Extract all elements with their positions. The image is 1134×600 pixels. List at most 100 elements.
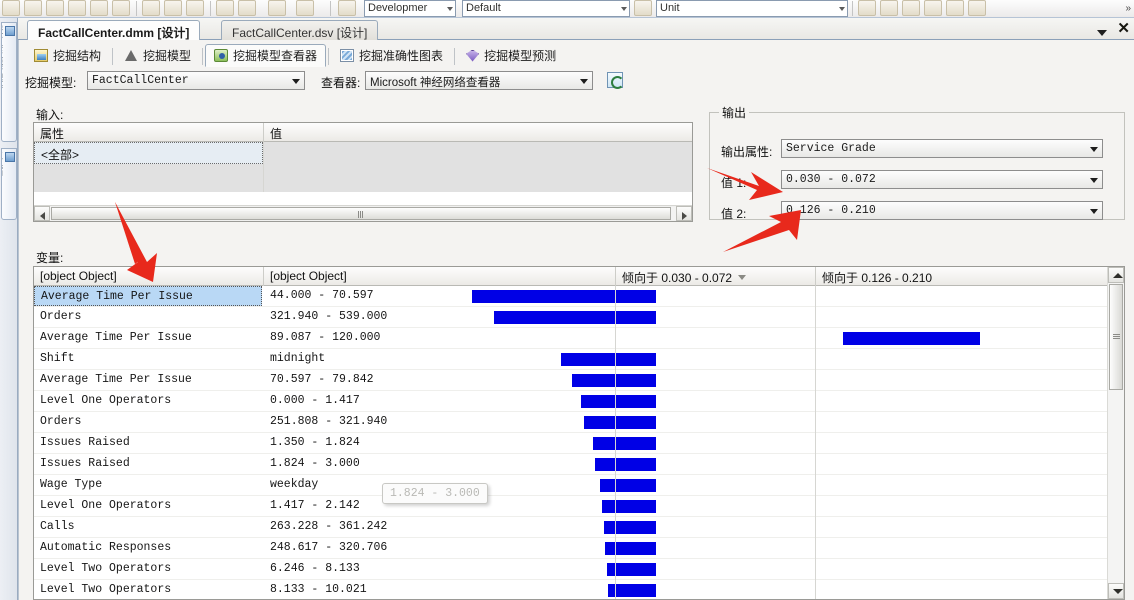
- variables-row-bar-cell-value1[interactable]: [604, 517, 816, 538]
- variables-row-bar-cell-value2[interactable]: [816, 412, 1106, 433]
- variables-row-bar-cell-value2[interactable]: [816, 328, 1106, 349]
- variables-row-bar-cell-value2[interactable]: [816, 580, 1106, 599]
- input-row-value[interactable]: [264, 142, 692, 164]
- variables-row-bar-cell-value1[interactable]: [602, 496, 816, 517]
- variables-row-bar-cell-value1[interactable]: [605, 538, 816, 559]
- unit-combo[interactable]: Unit: [656, 0, 848, 17]
- tab-accuracy-chart[interactable]: 挖掘准确性图表: [331, 44, 452, 67]
- scroll-right-button[interactable]: [676, 206, 692, 221]
- variables-row-bar-cell-value2[interactable]: [816, 538, 1106, 559]
- variables-row-value[interactable]: 6.246 - 8.133: [264, 559, 614, 580]
- variables-row-attribute[interactable]: Issues Raised: [34, 454, 262, 475]
- variables-row-attribute[interactable]: Issues Raised: [34, 433, 262, 454]
- variables-row-attribute[interactable]: Calls: [34, 517, 262, 538]
- variables-row-attribute[interactable]: Shift: [34, 349, 262, 370]
- variables-row-attribute[interactable]: Average Time Per Issue: [34, 370, 262, 391]
- unit-folder-icon[interactable]: [634, 0, 652, 16]
- variables-row-bar-cell-value2[interactable]: [816, 349, 1106, 370]
- variables-column-favors-value2[interactable]: 倾向于 0.126 - 0.210: [816, 267, 1109, 286]
- tab-model-prediction[interactable]: 挖掘模型预测: [457, 44, 565, 67]
- variables-row-bar-cell-value2[interactable]: [816, 433, 1106, 454]
- table-row[interactable]: Issues Raised 1.824 - 3.000: [34, 454, 1124, 475]
- variables-row-attribute[interactable]: Level Two Operators: [34, 580, 262, 599]
- variables-row-bar-cell-value2[interactable]: [816, 307, 1106, 328]
- variables-row-attribute[interactable]: Average Time Per Issue: [34, 328, 262, 349]
- tab-mining-model-viewer[interactable]: 挖掘模型查看器: [205, 44, 327, 67]
- table-row[interactable]: Wage Type weekday: [34, 475, 1124, 496]
- table-row[interactable]: Average Time Per Issue 89.087 - 120.000: [34, 328, 1124, 349]
- table-row[interactable]: Automatic Responses 248.617 - 320.706: [34, 538, 1124, 559]
- tab-mining-structure[interactable]: 挖掘结构: [25, 44, 110, 67]
- chevron-down-icon[interactable]: [1097, 29, 1108, 36]
- chevron-down-icon[interactable]: [621, 7, 627, 11]
- variables-row-value[interactable]: 263.228 - 361.242: [264, 517, 614, 538]
- variables-row-value[interactable]: 8.133 - 10.021: [264, 580, 614, 599]
- variables-grid[interactable]: [object Object] [object Object] 倾向于 0.03…: [33, 266, 1125, 600]
- variables-row-bar-cell-value1[interactable]: [616, 328, 816, 349]
- sidebar-item-server-explorer[interactable]: 服务器资源管理器: [1, 22, 17, 142]
- toolbox-window-icon[interactable]: [902, 0, 920, 16]
- input-row-attribute[interactable]: <全部>: [34, 142, 263, 164]
- save-icon[interactable]: [46, 0, 64, 16]
- variables-row-attribute[interactable]: Automatic Responses: [34, 538, 262, 559]
- variables-row-attribute[interactable]: Level One Operators: [34, 496, 262, 517]
- variables-row-attribute[interactable]: Level Two Operators: [34, 559, 262, 580]
- chevron-down-icon[interactable]: [1090, 147, 1098, 152]
- deploy-icon[interactable]: [112, 0, 130, 16]
- chevron-down-icon[interactable]: [1090, 178, 1098, 183]
- refresh-viewer-button[interactable]: [607, 72, 624, 89]
- variables-row-value[interactable]: 89.087 - 120.000: [264, 328, 614, 349]
- variables-row-bar-cell-value2[interactable]: [816, 286, 1106, 307]
- vscroll-thumb[interactable]: [1109, 284, 1123, 390]
- chevron-down-icon[interactable]: [447, 7, 453, 11]
- variables-row-value[interactable]: 1.824 - 3.000: [264, 454, 614, 475]
- solution-platform-combo[interactable]: Default: [462, 0, 630, 17]
- save-all-icon[interactable]: [68, 0, 86, 16]
- solution-configuration-combo[interactable]: Developmer: [364, 0, 456, 17]
- scroll-left-button[interactable]: [34, 206, 50, 221]
- input-column-value[interactable]: 值: [264, 123, 692, 142]
- variables-row-bar-cell-value1[interactable]: [595, 454, 816, 475]
- variables-row-attribute[interactable]: Level One Operators: [34, 391, 262, 412]
- variables-row-bar-cell-value2[interactable]: [816, 559, 1106, 580]
- print-icon[interactable]: [90, 0, 108, 16]
- variables-row-bar-cell-value1[interactable]: [572, 370, 816, 391]
- variables-row-attribute[interactable]: Orders: [34, 307, 262, 328]
- variables-row-bar-cell-value1[interactable]: [581, 391, 816, 412]
- table-row[interactable]: Orders 251.808 - 321.940: [34, 412, 1124, 433]
- table-row[interactable]: Average Time Per Issue 44.000 - 70.597: [34, 286, 1124, 307]
- variables-row-value[interactable]: 1.350 - 1.824: [264, 433, 614, 454]
- variables-row-bar-cell-value1[interactable]: [608, 580, 816, 599]
- variables-row-value[interactable]: 70.597 - 79.842: [264, 370, 614, 391]
- table-row[interactable]: Average Time Per Issue 70.597 - 79.842: [34, 370, 1124, 391]
- variables-row-bar-cell-value1[interactable]: [561, 349, 816, 370]
- object-browser-icon[interactable]: [858, 0, 876, 16]
- output-window-icon[interactable]: [968, 0, 986, 16]
- variables-row-value[interactable]: 248.617 - 320.706: [264, 538, 614, 559]
- variables-row-bar-cell-value1[interactable]: [494, 307, 816, 328]
- table-row[interactable]: <全部>: [34, 142, 692, 164]
- variables-vscrollbar[interactable]: [1107, 267, 1124, 599]
- variables-row-bar-cell-value1[interactable]: [607, 559, 816, 580]
- table-row[interactable]: Level Two Operators 6.246 - 8.133: [34, 559, 1124, 580]
- variables-row-value[interactable]: 0.000 - 1.417: [264, 391, 614, 412]
- variables-row-attribute[interactable]: Wage Type: [34, 475, 262, 496]
- table-row[interactable]: Level One Operators 0.000 - 1.417: [34, 391, 1124, 412]
- redo-icon[interactable]: [238, 0, 256, 16]
- variables-row-bar-cell-value2[interactable]: [816, 475, 1106, 496]
- open-file-icon[interactable]: [24, 0, 42, 16]
- variables-row-attribute[interactable]: Orders: [34, 412, 262, 433]
- chevron-down-icon[interactable]: [839, 7, 845, 11]
- table-row[interactable]: Issues Raised 1.350 - 1.824: [34, 433, 1124, 454]
- variables-column-value[interactable]: [object Object]: [264, 267, 616, 286]
- variables-row-value[interactable]: 251.808 - 321.940: [264, 412, 614, 433]
- document-tab-dmm[interactable]: FactCallCenter.dmm [设计]: [27, 20, 201, 40]
- variables-row-bar-cell-value2[interactable]: [816, 496, 1106, 517]
- cut-icon[interactable]: [142, 0, 160, 16]
- close-icon[interactable]: ✕: [1117, 20, 1130, 38]
- scroll-up-button[interactable]: [1108, 267, 1124, 283]
- chevron-down-icon[interactable]: [1090, 209, 1098, 214]
- input-column-attribute[interactable]: 属性: [34, 123, 264, 142]
- sidebar-item-toolbox[interactable]: 工具箱: [1, 148, 17, 220]
- viewer-combo[interactable]: Microsoft 神经网络查看器: [365, 71, 593, 90]
